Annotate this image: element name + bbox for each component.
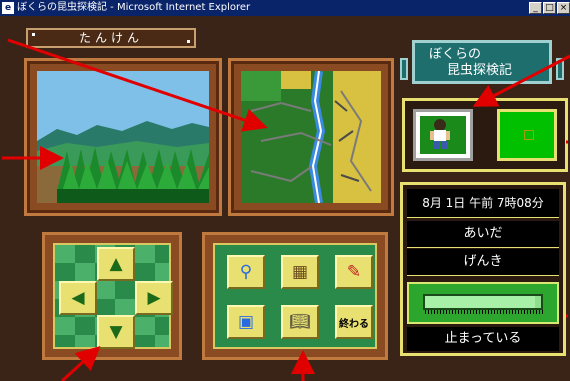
browser-window: e ぼくらの昆虫探検記 - Microsoft Internet Explore… bbox=[0, 0, 570, 381]
arrow-to-dpad bbox=[60, 345, 101, 381]
arrow-to-portrait bbox=[472, 54, 570, 107]
annotation-arrows bbox=[2, 38, 570, 381]
arrow-to-map bbox=[7, 38, 268, 132]
